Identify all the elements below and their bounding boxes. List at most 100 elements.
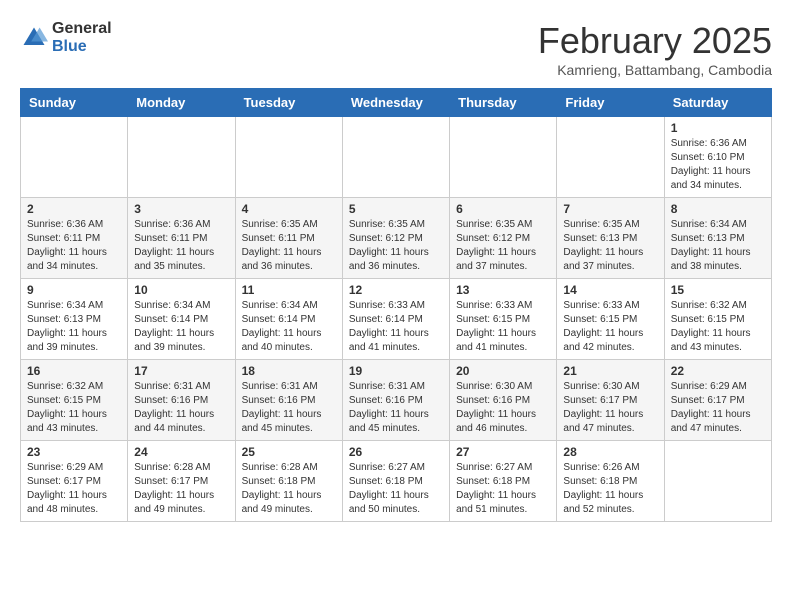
calendar-cell: 7 Sunrise: 6:35 AM Sunset: 6:13 PM Daylig…	[557, 198, 664, 279]
calendar-week-5: 23 Sunrise: 6:29 AM Sunset: 6:17 PM Dayli…	[21, 441, 772, 522]
header-day-friday: Friday	[557, 89, 664, 117]
header-day-sunday: Sunday	[21, 89, 128, 117]
day-number: 28	[563, 445, 657, 459]
calendar-cell: 5Sunrise: 6:35 AM Sunset: 6:12 PM Daylig…	[342, 198, 449, 279]
day-info: Sunrise: 6:33 AM Sunset: 6:14 PM Dayligh…	[349, 299, 443, 355]
calendar-cell: 3 Sunrise: 6:36 AM Sunset: 6:11 PM Daylig…	[128, 198, 235, 279]
calendar-cell: 13 Sunrise: 6:33 AM Sunset: 6:15 PM Dayli…	[450, 279, 557, 360]
calendar-body: 1 Sunrise: 6:36 AM Sunset: 6:10 PM Daylig…	[21, 117, 772, 522]
day-number: 13	[456, 283, 550, 297]
header-day-monday: Monday	[128, 89, 235, 117]
day-number: 24	[134, 445, 228, 459]
day-number: 1	[671, 121, 765, 135]
day-info: Sunrise: 6:26 AM Sunset: 6:18 PM Dayligh…	[563, 461, 657, 517]
day-info: Sunrise: 6:33 AM Sunset: 6:15 PM Dayligh…	[563, 299, 657, 355]
logo: General Blue	[20, 20, 112, 55]
day-number: 2	[27, 202, 121, 216]
day-number: 4	[242, 202, 336, 216]
day-info: Sunrise: 6:30 AM Sunset: 6:17 PM Dayligh…	[563, 380, 657, 436]
calendar-cell	[128, 117, 235, 198]
day-info: Sunrise: 6:36 AM Sunset: 6:11 PM Dayligh…	[134, 218, 228, 274]
calendar-cell: 16Sunrise: 6:32 AM Sunset: 6:15 PM Dayli…	[21, 360, 128, 441]
day-number: 7	[563, 202, 657, 216]
day-info: Sunrise: 6:28 AM Sunset: 6:18 PM Dayligh…	[242, 461, 336, 517]
day-info: Sunrise: 6:29 AM Sunset: 6:17 PM Dayligh…	[27, 461, 121, 517]
day-number: 22	[671, 364, 765, 378]
calendar-cell: 27 Sunrise: 6:27 AM Sunset: 6:18 PM Dayli…	[450, 441, 557, 522]
logo-general: General	[52, 20, 112, 38]
calendar-cell: 4 Sunrise: 6:35 AM Sunset: 6:11 PM Daylig…	[235, 198, 342, 279]
calendar-cell: 11 Sunrise: 6:34 AM Sunset: 6:14 PM Dayli…	[235, 279, 342, 360]
calendar-cell: 14 Sunrise: 6:33 AM Sunset: 6:15 PM Dayli…	[557, 279, 664, 360]
day-number: 19	[349, 364, 443, 378]
day-number: 21	[563, 364, 657, 378]
day-info: Sunrise: 6:35 AM Sunset: 6:12 PM Dayligh…	[349, 218, 443, 274]
calendar-cell	[235, 117, 342, 198]
calendar-week-3: 9 Sunrise: 6:34 AM Sunset: 6:13 PM Daylig…	[21, 279, 772, 360]
calendar-week-2: 2 Sunrise: 6:36 AM Sunset: 6:11 PM Daylig…	[21, 198, 772, 279]
day-info: Sunrise: 6:33 AM Sunset: 6:15 PM Dayligh…	[456, 299, 550, 355]
day-info: Sunrise: 6:29 AM Sunset: 6:17 PM Dayligh…	[671, 380, 765, 436]
day-info: Sunrise: 6:35 AM Sunset: 6:13 PM Dayligh…	[563, 218, 657, 274]
day-info: Sunrise: 6:28 AM Sunset: 6:17 PM Dayligh…	[134, 461, 228, 517]
calendar-header: SundayMondayTuesdayWednesdayThursdayFrid…	[21, 89, 772, 117]
day-info: Sunrise: 6:27 AM Sunset: 6:18 PM Dayligh…	[349, 461, 443, 517]
calendar-cell: 1 Sunrise: 6:36 AM Sunset: 6:10 PM Daylig…	[664, 117, 771, 198]
calendar-table: SundayMondayTuesdayWednesdayThursdayFrid…	[20, 88, 772, 522]
header-row: SundayMondayTuesdayWednesdayThursdayFrid…	[21, 89, 772, 117]
day-info: Sunrise: 6:34 AM Sunset: 6:14 PM Dayligh…	[242, 299, 336, 355]
day-info: Sunrise: 6:36 AM Sunset: 6:10 PM Dayligh…	[671, 137, 765, 193]
day-number: 9	[27, 283, 121, 297]
calendar-cell	[557, 117, 664, 198]
month-title: February 2025	[538, 20, 772, 62]
day-info: Sunrise: 6:34 AM Sunset: 6:14 PM Dayligh…	[134, 299, 228, 355]
calendar-cell: 8Sunrise: 6:34 AM Sunset: 6:13 PM Daylig…	[664, 198, 771, 279]
calendar-cell: 19 Sunrise: 6:31 AM Sunset: 6:16 PM Dayli…	[342, 360, 449, 441]
day-info: Sunrise: 6:34 AM Sunset: 6:13 PM Dayligh…	[27, 299, 121, 355]
logo-icon	[20, 24, 48, 52]
title-block: February 2025 Kamrieng, Battambang, Camb…	[538, 20, 772, 78]
calendar-cell: 28 Sunrise: 6:26 AM Sunset: 6:18 PM Dayli…	[557, 441, 664, 522]
day-number: 23	[27, 445, 121, 459]
calendar-cell: 20 Sunrise: 6:30 AM Sunset: 6:16 PM Dayli…	[450, 360, 557, 441]
day-number: 26	[349, 445, 443, 459]
header-day-thursday: Thursday	[450, 89, 557, 117]
calendar-cell: 15 Sunrise: 6:32 AM Sunset: 6:15 PM Dayli…	[664, 279, 771, 360]
header-day-wednesday: Wednesday	[342, 89, 449, 117]
day-number: 17	[134, 364, 228, 378]
calendar-cell: 25Sunrise: 6:28 AM Sunset: 6:18 PM Dayli…	[235, 441, 342, 522]
day-info: Sunrise: 6:36 AM Sunset: 6:11 PM Dayligh…	[27, 218, 121, 274]
calendar-cell	[450, 117, 557, 198]
logo-text: General Blue	[52, 20, 112, 55]
day-info: Sunrise: 6:30 AM Sunset: 6:16 PM Dayligh…	[456, 380, 550, 436]
day-number: 3	[134, 202, 228, 216]
day-info: Sunrise: 6:27 AM Sunset: 6:18 PM Dayligh…	[456, 461, 550, 517]
calendar-cell	[664, 441, 771, 522]
day-info: Sunrise: 6:31 AM Sunset: 6:16 PM Dayligh…	[242, 380, 336, 436]
day-info: Sunrise: 6:34 AM Sunset: 6:13 PM Dayligh…	[671, 218, 765, 274]
day-number: 11	[242, 283, 336, 297]
calendar-cell: 22 Sunrise: 6:29 AM Sunset: 6:17 PM Dayli…	[664, 360, 771, 441]
day-number: 20	[456, 364, 550, 378]
calendar-cell: 21 Sunrise: 6:30 AM Sunset: 6:17 PM Dayli…	[557, 360, 664, 441]
day-number: 12	[349, 283, 443, 297]
day-info: Sunrise: 6:35 AM Sunset: 6:11 PM Dayligh…	[242, 218, 336, 274]
day-info: Sunrise: 6:31 AM Sunset: 6:16 PM Dayligh…	[134, 380, 228, 436]
day-number: 18	[242, 364, 336, 378]
day-info: Sunrise: 6:31 AM Sunset: 6:16 PM Dayligh…	[349, 380, 443, 436]
header-day-saturday: Saturday	[664, 89, 771, 117]
calendar-cell: 17 Sunrise: 6:31 AM Sunset: 6:16 PM Dayli…	[128, 360, 235, 441]
calendar-cell: 2 Sunrise: 6:36 AM Sunset: 6:11 PM Daylig…	[21, 198, 128, 279]
calendar-cell: 23 Sunrise: 6:29 AM Sunset: 6:17 PM Dayli…	[21, 441, 128, 522]
header-day-tuesday: Tuesday	[235, 89, 342, 117]
day-info: Sunrise: 6:35 AM Sunset: 6:12 PM Dayligh…	[456, 218, 550, 274]
day-number: 15	[671, 283, 765, 297]
day-number: 6	[456, 202, 550, 216]
day-info: Sunrise: 6:32 AM Sunset: 6:15 PM Dayligh…	[671, 299, 765, 355]
day-number: 14	[563, 283, 657, 297]
calendar-week-4: 16Sunrise: 6:32 AM Sunset: 6:15 PM Dayli…	[21, 360, 772, 441]
calendar-cell: 10Sunrise: 6:34 AM Sunset: 6:14 PM Dayli…	[128, 279, 235, 360]
day-info: Sunrise: 6:32 AM Sunset: 6:15 PM Dayligh…	[27, 380, 121, 436]
logo-blue: Blue	[52, 38, 112, 56]
day-number: 27	[456, 445, 550, 459]
